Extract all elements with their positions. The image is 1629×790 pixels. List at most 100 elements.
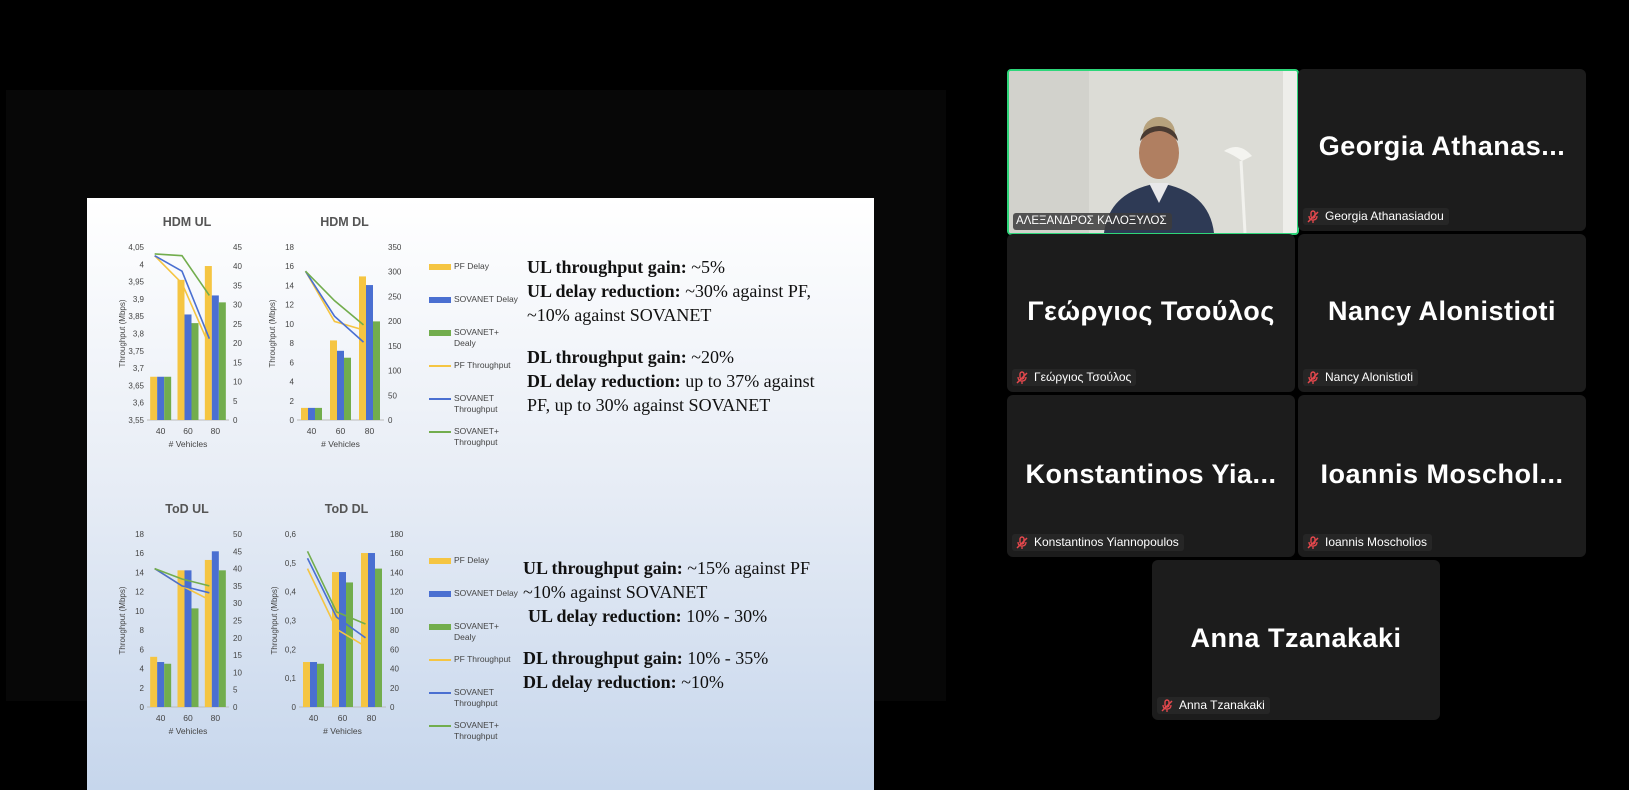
legend-line <box>429 365 451 367</box>
dl-delay-value: ~10% <box>676 672 724 692</box>
speaker-video <box>1009 71 1297 233</box>
legend-tod: PF Delay SOVANET Delay SOVANET+ Dealy PF Th… <box>429 555 524 745</box>
y-tick-label-right: 35 <box>233 281 242 290</box>
participant-tile-nancy[interactable]: Nancy Alonistioti Nancy Alonistioti <box>1298 234 1586 392</box>
mic-muted-icon <box>1160 698 1174 713</box>
legend-label: SOVANET Throughput <box>454 687 498 708</box>
bar <box>204 559 212 707</box>
name-tag: Konstantinos Yiannopoulos <box>1012 534 1184 551</box>
y-tick-label-left: 3,55 <box>128 416 144 425</box>
y-tick-label-right: 0 <box>388 416 393 425</box>
x-axis-label: # Vehicles <box>169 439 208 449</box>
participant-name: Γεώργιος Τσούλος <box>1034 370 1132 384</box>
y-tick-label-right: 20 <box>233 339 242 348</box>
participant-name: Nancy Alonistioti <box>1325 370 1414 384</box>
y-tick-label-left: 0,5 <box>285 559 297 568</box>
dl-delay-label: DL delay reduction: <box>527 371 681 391</box>
y-tick-label-left: 3,95 <box>128 278 144 287</box>
dl-delay-label: DL delay reduction: <box>523 672 677 692</box>
bar <box>346 582 353 707</box>
legend-label: SOVANET+ Throughput <box>454 720 499 741</box>
screen-share-area: HDM UL 4,05 4 3,95 3,9 3,85 3,8 3,75 3,7 3,65 3,6… <box>6 90 946 790</box>
x-tick-label: 40 <box>156 426 166 436</box>
bar <box>177 570 185 707</box>
legend-swatch <box>429 330 451 336</box>
participant-tile-konstantinos[interactable]: Konstantinos Yia... Konstantinos Yiannop… <box>1007 395 1295 557</box>
mic-muted-icon <box>1306 209 1320 224</box>
y-tick-label-right: 10 <box>233 668 242 677</box>
chart-tod-dl: ToD DL 0,6 0,5 0,4 0,3 0,2 0,1 0 180 160 140 120 10… <box>269 502 424 742</box>
legend-label: PF Throughput <box>454 360 511 370</box>
y-tick-label-right: 120 <box>390 588 404 597</box>
y-tick-label-left: 14 <box>135 568 144 577</box>
y-axis-label: Throughput (Mbps) <box>268 299 277 367</box>
bar <box>373 321 380 420</box>
hdm-summary: UL throughput gain: ~5% UL delay reducti… <box>527 255 872 417</box>
chart-tod-ul: ToD UL 18 16 14 12 10 8 6 4 2 0 50 45 40 35 30 25 20 15 10… <box>112 502 262 742</box>
x-tick-label: 60 <box>336 426 346 436</box>
y-tick-label-left: 6 <box>290 358 295 367</box>
legend-line <box>429 725 451 727</box>
participant-display-name: Konstantinos Yia... <box>1025 459 1277 489</box>
ul-delay-label: UL delay reduction: <box>527 281 681 301</box>
y-tick-label-left: 3,75 <box>128 347 144 356</box>
participant-name: Anna Tzanakaki <box>1179 698 1265 712</box>
legend-swatch <box>429 558 451 564</box>
y-axis-label: Throughput (Mbps) <box>118 586 127 654</box>
bar <box>339 572 346 707</box>
y-tick-label-right: 200 <box>388 317 402 326</box>
ul-tp-label: UL throughput gain: <box>523 558 683 578</box>
y-tick-label-right: 15 <box>233 358 242 367</box>
bar <box>337 350 344 420</box>
chart-hdm-dl: HDM DL 18 16 14 12 10 8 6 4 2 0 350 300 250 200 150 100… <box>267 215 422 455</box>
y-tick-label-left: 0,6 <box>285 530 297 539</box>
legend-swatch <box>429 264 451 270</box>
name-tag: Γεώργιος Τσούλος <box>1012 369 1137 386</box>
y-tick-label-left: 16 <box>285 262 294 271</box>
legend-line <box>429 692 451 694</box>
x-tick-label: 60 <box>183 713 193 723</box>
participant-display-name: Anna Tzanakaki <box>1190 623 1402 653</box>
participant-tile-georgia[interactable]: Georgia Athanas... Georgia Athanasiadou <box>1298 69 1586 231</box>
y-tick-label-right: 25 <box>233 617 242 626</box>
legend-label: SOVANET+ Dealy <box>454 327 499 348</box>
participant-tile-anna[interactable]: Anna Tzanakaki Anna Tzanakaki <box>1152 560 1440 720</box>
y-tick-label-left: 3,85 <box>128 312 144 321</box>
y-tick-label-right: 40 <box>233 262 242 271</box>
dl-tp-value: ~20% <box>686 347 734 367</box>
bar <box>303 662 310 707</box>
y-tick-label-left: 2 <box>290 397 295 406</box>
y-tick-label-right: 0 <box>233 703 238 712</box>
y-tick-label-right: 25 <box>233 320 242 329</box>
participant-tile-speaker[interactable]: ΑΛΕΞΑΝΔΡΟΣ ΚΑΛΟΞΥΛΟΣ <box>1007 69 1299 235</box>
dl-tp-label: DL throughput gain: <box>527 347 687 367</box>
presentation-slide: HDM UL 4,05 4 3,95 3,9 3,85 3,8 3,75 3,7 3,65 3,6… <box>87 198 874 790</box>
participant-name: Konstantinos Yiannopoulos <box>1034 535 1179 549</box>
legend-swatch <box>429 591 451 597</box>
bar <box>361 553 368 707</box>
name-tag: Nancy Alonistioti <box>1303 369 1419 386</box>
mic-muted-icon <box>1306 370 1320 385</box>
bar <box>184 314 192 420</box>
bar <box>301 407 308 420</box>
participant-tile-georgios[interactable]: Γεώργιος Τσούλος Γεώργιος Τσούλος <box>1007 234 1295 392</box>
bar <box>164 663 172 707</box>
bar <box>332 572 339 707</box>
y-tick-label-left: 14 <box>285 281 294 290</box>
y-tick-label-right: 100 <box>388 367 402 376</box>
legend-label: PF Throughput <box>454 654 511 664</box>
participant-name: Ioannis Moscholios <box>1325 535 1428 549</box>
legend-label: SOVANET+ Dealy <box>454 621 499 642</box>
name-tag: ΑΛΕΞΑΝΔΡΟΣ ΚΑΛΟΞΥΛΟΣ <box>1013 213 1172 230</box>
y-tick-label-right: 40 <box>390 665 399 674</box>
participant-tile-ioannis[interactable]: Ioannis Moschol... Ioannis Moscholios <box>1298 395 1586 557</box>
y-tick-label-right: 50 <box>233 530 242 539</box>
participant-name: ΑΛΕΞΑΝΔΡΟΣ ΚΑΛΟΞΥΛΟΣ <box>1016 215 1167 227</box>
legend-hdm: PF Delay SOVANET Delay SOVANET+ Dealy PF Th… <box>429 261 524 451</box>
y-tick-label-left: 0,2 <box>285 645 297 654</box>
dl-delay-value: up to 37% against <box>680 371 815 391</box>
chart-tod-dl-plot: 0,6 0,5 0,4 0,3 0,2 0,1 0 180 160 140 120 100 80 60 40… <box>270 530 404 736</box>
bar <box>315 407 322 420</box>
y-tick-label-right: 80 <box>390 626 399 635</box>
y-tick-label-left: 8 <box>290 339 295 348</box>
